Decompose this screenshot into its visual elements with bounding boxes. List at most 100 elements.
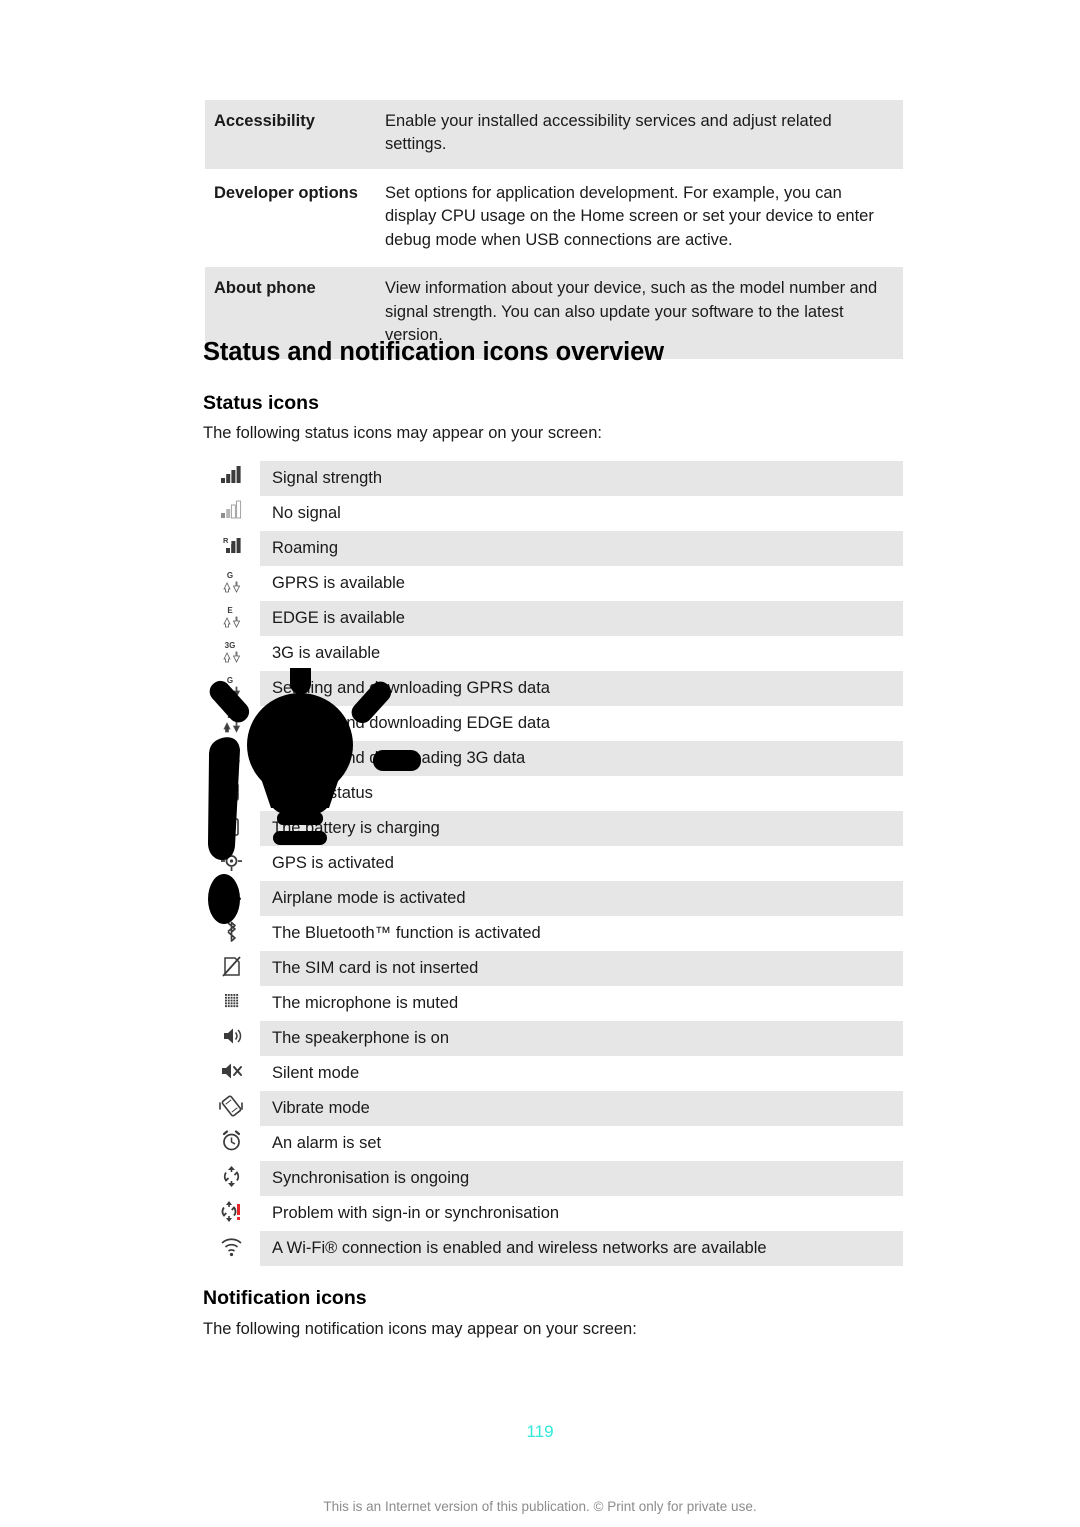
status-icon-description: 3G is available [260, 636, 903, 671]
status-icon-cell: E [203, 601, 260, 636]
status-icon-cell [203, 986, 260, 1021]
status-icon-description: Sending and downloading EDGE data [260, 706, 903, 741]
status-icons-table: Signal strength No signal R Roaming G GPRS is… [203, 461, 903, 1266]
svg-text:G: G [227, 571, 233, 580]
status-icon-cell [203, 846, 260, 881]
bluetooth-icon [219, 919, 245, 943]
alarm-icon [219, 1129, 245, 1153]
status-icon-row: Airplane mode is activated [203, 881, 903, 916]
status-icon-row: Silent mode [203, 1056, 903, 1091]
speakerphone-icon [219, 1024, 245, 1048]
status-icon-description: Vibrate mode [260, 1091, 903, 1126]
no-signal-icon [219, 499, 245, 523]
footer-copyright-note: This is an Internet version of this publ… [323, 1499, 757, 1514]
status-icon-cell: G [203, 671, 260, 706]
settings-options-table: Accessibility Enable your installed acce… [205, 100, 903, 363]
3g-data-transfer-icon: 3G [219, 744, 245, 768]
gps-icon [219, 849, 245, 873]
status-icon-row: The speakerphone is on [203, 1021, 903, 1056]
status-icon-cell [203, 881, 260, 916]
vibrate-mode-icon [219, 1094, 245, 1118]
svg-text:R: R [223, 536, 229, 545]
status-icon-row: The microphone is muted [203, 986, 903, 1021]
status-icon-cell: 3G [203, 741, 260, 776]
roaming-icon: R [219, 534, 245, 558]
settings-table-body: Accessibility Enable your installed acce… [205, 100, 903, 363]
status-icon-description: A Wi-Fi® connection is enabled and wirel… [260, 1231, 903, 1266]
status-icon-row: Vibrate mode [203, 1091, 903, 1126]
status-icon-row: G GPRS is available [203, 566, 903, 601]
notification-icons-heading: Notification icons [203, 1287, 367, 1309]
status-icon-cell [203, 461, 260, 496]
status-icon-row: The battery is charging [203, 811, 903, 846]
status-icon-description: Sending and downloading 3G data [260, 741, 903, 776]
status-icon-cell [203, 1021, 260, 1056]
status-icon-cell: G [203, 566, 260, 601]
status-icon-row: An alarm is set [203, 1126, 903, 1161]
status-icon-cell [203, 1126, 260, 1161]
gprs-available-icon: G [219, 569, 245, 593]
page-number: 119 [526, 1422, 554, 1441]
status-icon-description: GPS is activated [260, 846, 903, 881]
status-icon-cell [203, 776, 260, 811]
status-icon-description: EDGE is available [260, 601, 903, 636]
status-icon-row: A Wi-Fi® connection is enabled and wirel… [203, 1231, 903, 1266]
status-icons-table-body: Signal strength No signal R Roaming G GPRS is… [203, 461, 903, 1266]
status-icon-cell [203, 1091, 260, 1126]
status-icon-description: Silent mode [260, 1056, 903, 1091]
status-icon-cell [203, 1231, 260, 1266]
setting-description: Enable your installed accessibility serv… [377, 100, 903, 172]
status-icon-description: The SIM card is not inserted [260, 951, 903, 986]
status-icon-row: R Roaming [203, 531, 903, 566]
status-icon-description: Sending and downloading GPRS data [260, 671, 903, 706]
svg-text:3G: 3G [225, 641, 236, 650]
status-icon-row: 3G Sending and downloading 3G data [203, 741, 903, 776]
status-icon-description: GPRS is available [260, 566, 903, 601]
setting-name: Accessibility [205, 100, 377, 172]
status-icons-heading: Status icons [203, 392, 319, 414]
setting-name: Developer options [205, 170, 377, 268]
table-row: Accessibility Enable your installed acce… [205, 100, 903, 172]
status-icon-description: The speakerphone is on [260, 1021, 903, 1056]
status-icon-row: Battery status [203, 776, 903, 811]
no-sim-card-icon [219, 954, 245, 978]
battery-charging-icon [219, 814, 245, 838]
status-icon-description: No signal [260, 496, 903, 531]
status-icon-cell [203, 1196, 260, 1231]
setting-description: Set options for application development.… [377, 170, 903, 268]
status-icon-description: The Bluetooth™ function is activated [260, 916, 903, 951]
svg-text:3G: 3G [225, 746, 236, 755]
svg-text:E: E [227, 606, 233, 615]
status-icon-row: Synchronisation is ongoing [203, 1161, 903, 1196]
status-icon-cell: R [203, 531, 260, 566]
silent-mode-icon [219, 1059, 245, 1083]
status-icon-description: Signal strength [260, 461, 903, 496]
status-icon-cell: E [203, 706, 260, 741]
status-icon-cell [203, 1161, 260, 1196]
signal-strength-icon [219, 464, 245, 488]
status-icon-cell [203, 496, 260, 531]
gprs-data-transfer-icon: G [219, 674, 245, 698]
svg-text:G: G [227, 676, 233, 685]
svg-text:E: E [227, 711, 233, 720]
status-icon-description: The battery is charging [260, 811, 903, 846]
edge-available-icon: E [219, 604, 245, 628]
status-icons-intro: The following status icons may appear on… [203, 424, 602, 442]
status-icon-row: GPS is activated [203, 846, 903, 881]
sync-ongoing-icon [219, 1164, 245, 1188]
status-icon-row: G Sending and downloading GPRS data [203, 671, 903, 706]
status-icon-description: Battery status [260, 776, 903, 811]
status-icon-description: Airplane mode is activated [260, 881, 903, 916]
status-icon-description: Roaming [260, 531, 903, 566]
status-icon-row: E EDGE is available [203, 601, 903, 636]
microphone-muted-icon [219, 989, 245, 1013]
3g-available-icon: 3G [219, 639, 245, 663]
document-page: Accessibility Enable your installed acce… [0, 0, 1080, 1527]
status-icon-row: E Sending and downloading EDGE data [203, 706, 903, 741]
status-icon-row: The Bluetooth™ function is activated [203, 916, 903, 951]
status-icon-cell [203, 1056, 260, 1091]
status-icon-row: Signal strength [203, 461, 903, 496]
status-icon-cell: 3G [203, 636, 260, 671]
airplane-mode-icon [219, 884, 245, 908]
status-icon-description: An alarm is set [260, 1126, 903, 1161]
